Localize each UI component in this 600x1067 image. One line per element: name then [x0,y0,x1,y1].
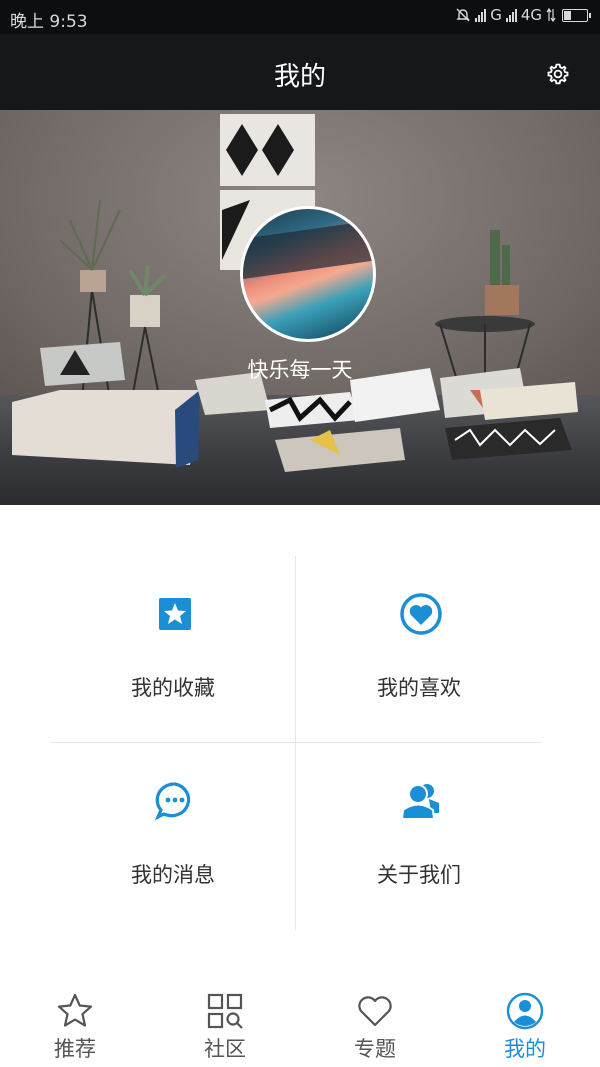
menu-label-favorites: 我的收藏 [131,676,215,700]
tab-label: 推荐 [54,1037,96,1061]
page-title: 我的 [273,62,326,92]
tab-community[interactable]: 社区 [150,983,300,1067]
user-nickname: 快乐每一天 [247,358,353,382]
menu-label-about: 关于我们 [377,863,461,887]
menu-item-likes[interactable]: 我的喜欢 [296,556,542,743]
menu-label-messages: 我的消息 [131,863,215,887]
tab-label: 我的 [504,1037,546,1061]
person-circle-icon [506,992,544,1030]
top-header: 我的 [0,34,600,110]
avatar[interactable] [240,206,376,342]
bottom-tab-bar: 推荐 社区 专题 我的 [0,983,600,1067]
star-outline-icon [57,993,93,1027]
signal-icon-2 [505,8,517,22]
grid-search-icon [207,993,243,1029]
star-badge-icon [159,598,191,630]
tab-recommend[interactable]: 推荐 [0,983,150,1067]
tab-topics[interactable]: 专题 [300,983,450,1067]
profile-menu-grid: 我的收藏 我的喜欢 我的消息 关于我们 [50,556,542,930]
chat-bubble-icon [154,782,191,821]
status-indicators: G 4G [455,6,591,24]
status-bar: 晚上 9:53 G 4G [0,0,600,34]
battery-icon [562,8,591,22]
menu-label-likes: 我的喜欢 [377,676,461,700]
tab-mine[interactable]: 我的 [450,983,600,1067]
network-4g-label: 4G [520,6,542,24]
heart-circle-icon [400,593,442,635]
menu-item-about[interactable]: 关于我们 [296,743,542,930]
heart-outline-icon [358,996,392,1027]
data-transfer-icon [546,7,556,23]
tab-label: 社区 [204,1037,246,1061]
profile-hero-banner: 快乐每一天 [0,110,600,505]
status-time: 晚上 9:53 [10,12,88,32]
users-group-icon [400,784,439,820]
menu-item-messages[interactable]: 我的消息 [50,743,296,930]
mute-bell-icon [456,8,470,22]
battery-level [564,10,571,20]
avatar-photo [243,218,373,280]
settings-gear-icon[interactable] [546,62,570,86]
signal-icon [475,8,487,22]
network-g-label: G [490,6,502,24]
tab-label: 专题 [354,1037,396,1061]
menu-item-favorites[interactable]: 我的收藏 [50,556,296,743]
